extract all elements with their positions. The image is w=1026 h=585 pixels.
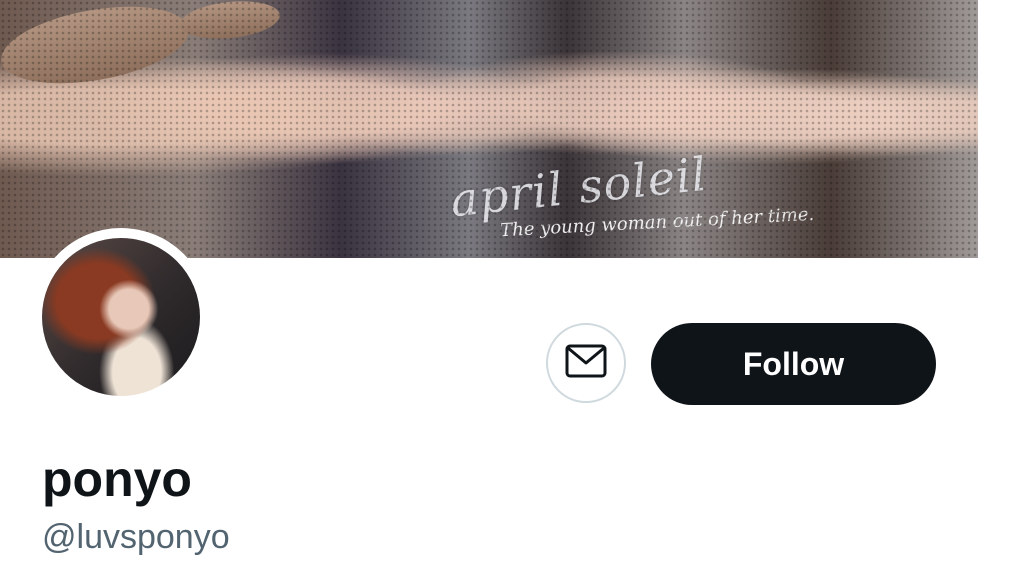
message-button[interactable] [546, 323, 626, 403]
user-handle: @luvsponyo [42, 518, 230, 556]
avatar-frame [32, 228, 210, 406]
mail-icon [565, 344, 607, 383]
profile-banner[interactable]: april soleil The young woman out of her … [0, 0, 978, 258]
banner-hat-decoration [0, 0, 195, 96]
follow-button[interactable]: Follow [651, 323, 936, 405]
avatar[interactable] [42, 238, 200, 396]
banner-script-title: april soleil [447, 146, 710, 228]
display-name: ponyo [42, 451, 192, 507]
banner-hat-decoration [178, 0, 282, 44]
banner-tagline: The young woman out of her time. [499, 203, 815, 242]
